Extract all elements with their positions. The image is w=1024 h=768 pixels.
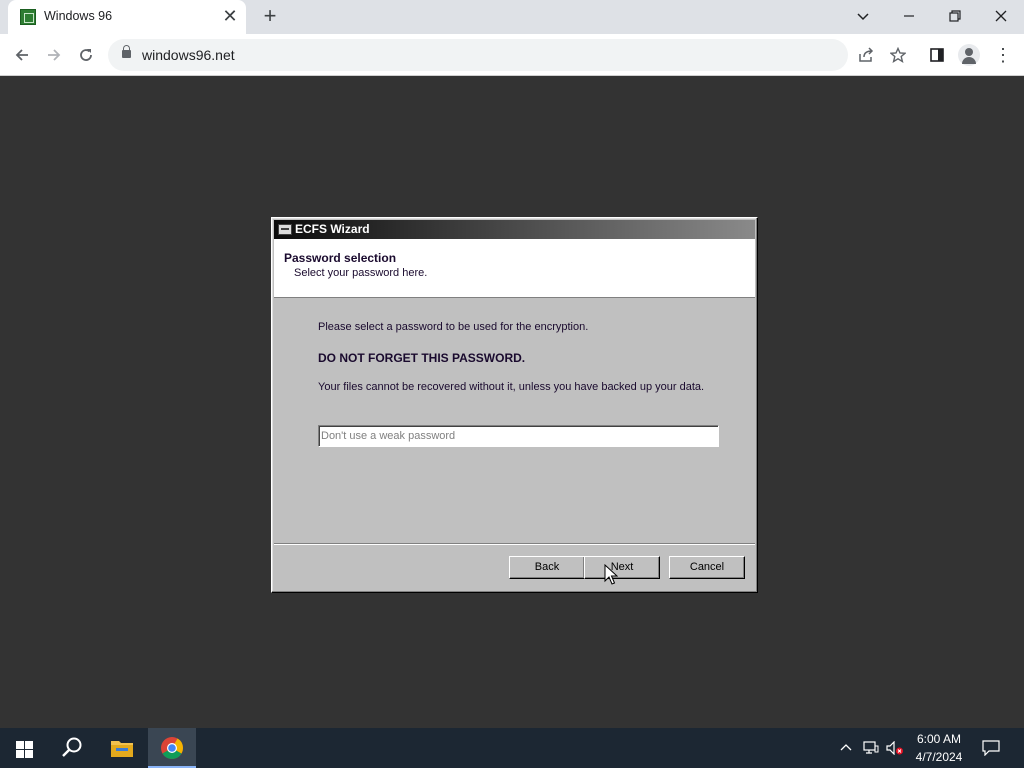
button-separator — [274, 543, 755, 545]
taskbar: 6:00 AM 4/7/2024 — [0, 728, 1024, 768]
warning-text: DO NOT FORGET THIS PASSWORD. — [318, 351, 526, 365]
wizard-step-title: Password selection — [284, 251, 397, 265]
search-icon[interactable] — [48, 728, 96, 768]
back-button[interactable]: Back — [509, 556, 585, 579]
lock-icon[interactable] — [122, 45, 131, 58]
taskbar-date[interactable]: 4/7/2024 — [910, 750, 968, 764]
tab-title: Windows 96 — [44, 9, 113, 23]
tab-strip: Windows 96 ✕ + — [0, 0, 1024, 34]
wizard-header: Password selection Select your password … — [274, 239, 755, 298]
close-window-icon[interactable] — [988, 4, 1014, 28]
next-button[interactable]: Next — [584, 556, 660, 579]
chrome-icon[interactable] — [148, 728, 196, 768]
volume-muted-icon[interactable] — [885, 738, 905, 758]
url-text: windows96.net — [142, 47, 235, 63]
cancel-button[interactable]: Cancel — [669, 556, 745, 579]
arrow-right-icon[interactable] — [41, 42, 67, 68]
windows96-favicon-icon — [20, 9, 36, 25]
arrow-left-icon[interactable] — [9, 42, 35, 68]
tab-close-icon[interactable]: ✕ — [220, 7, 240, 27]
dialog-titlebar[interactable]: ECFS Wizard — [274, 220, 755, 239]
new-tab-button[interactable]: + — [258, 5, 282, 29]
address-bar[interactable]: windows96.net — [108, 39, 848, 71]
profile-icon[interactable] — [958, 44, 980, 66]
recovery-note: Your files cannot be recovered without i… — [318, 381, 705, 393]
folder-icon[interactable] — [98, 728, 146, 768]
browser-menu-icon[interactable]: ⋮ — [990, 42, 1016, 68]
drive-icon — [278, 224, 292, 235]
wizard-step-subtitle: Select your password here. — [294, 267, 428, 279]
notification-icon[interactable] — [981, 738, 1001, 758]
dialog-title: ECFS Wizard — [295, 222, 370, 236]
browser-toolbar: windows96.net ⋮ — [0, 34, 1024, 76]
chevron-up-icon[interactable] — [836, 738, 856, 758]
reload-icon[interactable] — [73, 42, 99, 68]
taskbar-time[interactable]: 6:00 AM — [910, 732, 968, 746]
network-icon[interactable] — [861, 738, 881, 758]
minimize-icon[interactable] — [896, 4, 922, 28]
windows-logo-icon[interactable] — [0, 728, 48, 768]
browser-tab[interactable]: Windows 96 ✕ — [8, 0, 246, 34]
instruction-text: Please select a password to be used for … — [318, 321, 589, 333]
restore-icon[interactable] — [942, 4, 968, 28]
ecfs-wizard-dialog: ECFS Wizard Password selection Select yo… — [271, 217, 758, 593]
share-icon[interactable] — [853, 42, 879, 68]
password-input[interactable] — [318, 425, 719, 447]
star-icon[interactable] — [885, 42, 911, 68]
side-panel-icon[interactable] — [924, 42, 950, 68]
tab-search-icon[interactable] — [850, 4, 876, 28]
